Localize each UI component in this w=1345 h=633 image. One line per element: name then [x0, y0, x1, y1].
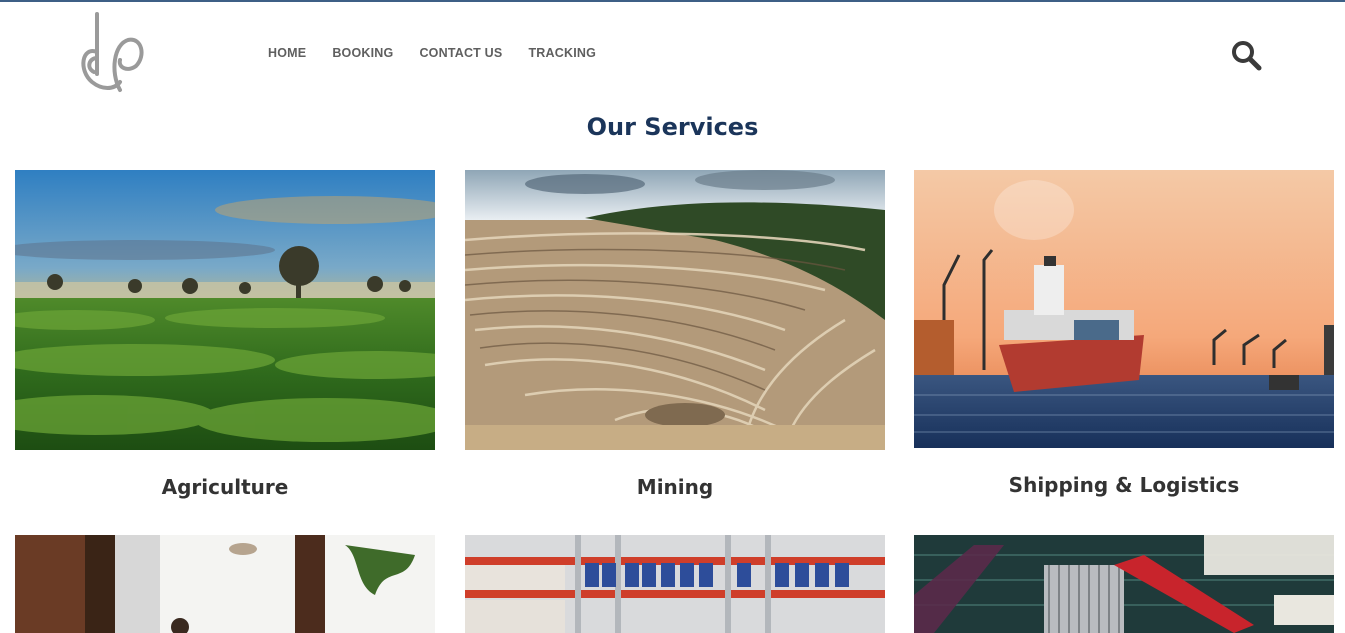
service-label[interactable]: Mining [465, 475, 885, 499]
service-label[interactable]: Agriculture [15, 475, 435, 499]
warehouse-image [465, 535, 885, 633]
ekp-logo-icon[interactable] [74, 12, 148, 94]
nav-item-home[interactable]: HOME [268, 46, 306, 60]
page-title: Our Services [586, 113, 759, 141]
service-card-6[interactable] [914, 535, 1334, 633]
main-nav: HOME BOOKING CONTACT US TRACKING [268, 46, 622, 60]
shipping-image [914, 170, 1334, 448]
agriculture-image [15, 170, 435, 450]
site-header: HOME BOOKING CONTACT US TRACKING [0, 2, 1345, 102]
service-label[interactable]: Shipping & Logistics [914, 473, 1334, 497]
nav-item-contact-us[interactable]: CONTACT US [419, 46, 502, 60]
service-card-agriculture[interactable]: Agriculture [15, 170, 435, 499]
service-card-5[interactable] [465, 535, 885, 633]
circuit-board-image [914, 535, 1334, 633]
nav-item-tracking[interactable]: TRACKING [528, 46, 596, 60]
nav-item-booking[interactable]: BOOKING [332, 46, 393, 60]
service-card-mining[interactable]: Mining [465, 170, 885, 499]
mining-image [465, 170, 885, 450]
service-card-shipping-logistics[interactable]: Shipping & Logistics [914, 170, 1334, 497]
office-image [15, 535, 435, 633]
service-card-4[interactable] [15, 535, 435, 633]
search-icon[interactable] [1229, 38, 1263, 72]
